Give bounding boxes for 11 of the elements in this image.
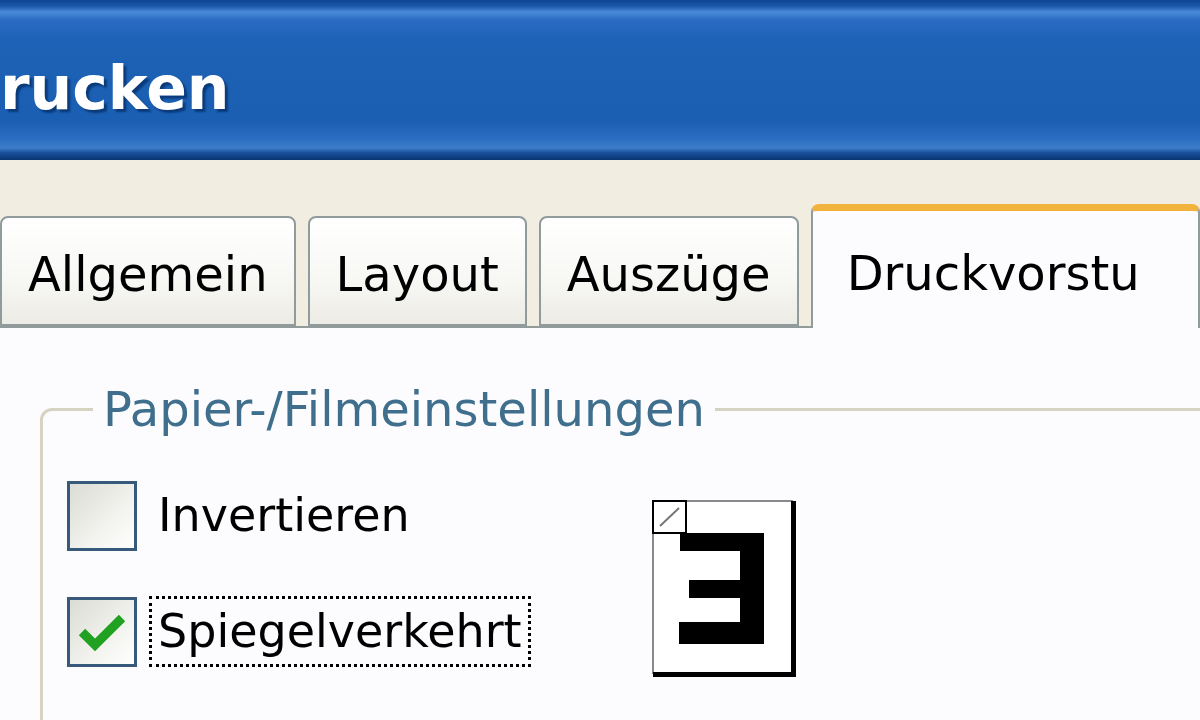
checkbox[interactable]: [67, 596, 137, 667]
tab[interactable]: Druckvorstu: [810, 204, 1200, 328]
checkbox[interactable]: [67, 480, 137, 551]
tab[interactable]: Layout: [307, 216, 527, 326]
window-title: rucken: [0, 58, 230, 118]
tab[interactable]: Auszüge: [538, 216, 799, 326]
tab[interactable]: Allgemein: [0, 216, 296, 326]
group-title: Papier-/Filmeinstellungen: [102, 383, 706, 436]
checkbox-label[interactable]: Invertieren: [149, 480, 419, 552]
checkbox-label[interactable]: Spiegelverkehrt: [149, 596, 531, 668]
page-preview-icon: [652, 499, 797, 678]
